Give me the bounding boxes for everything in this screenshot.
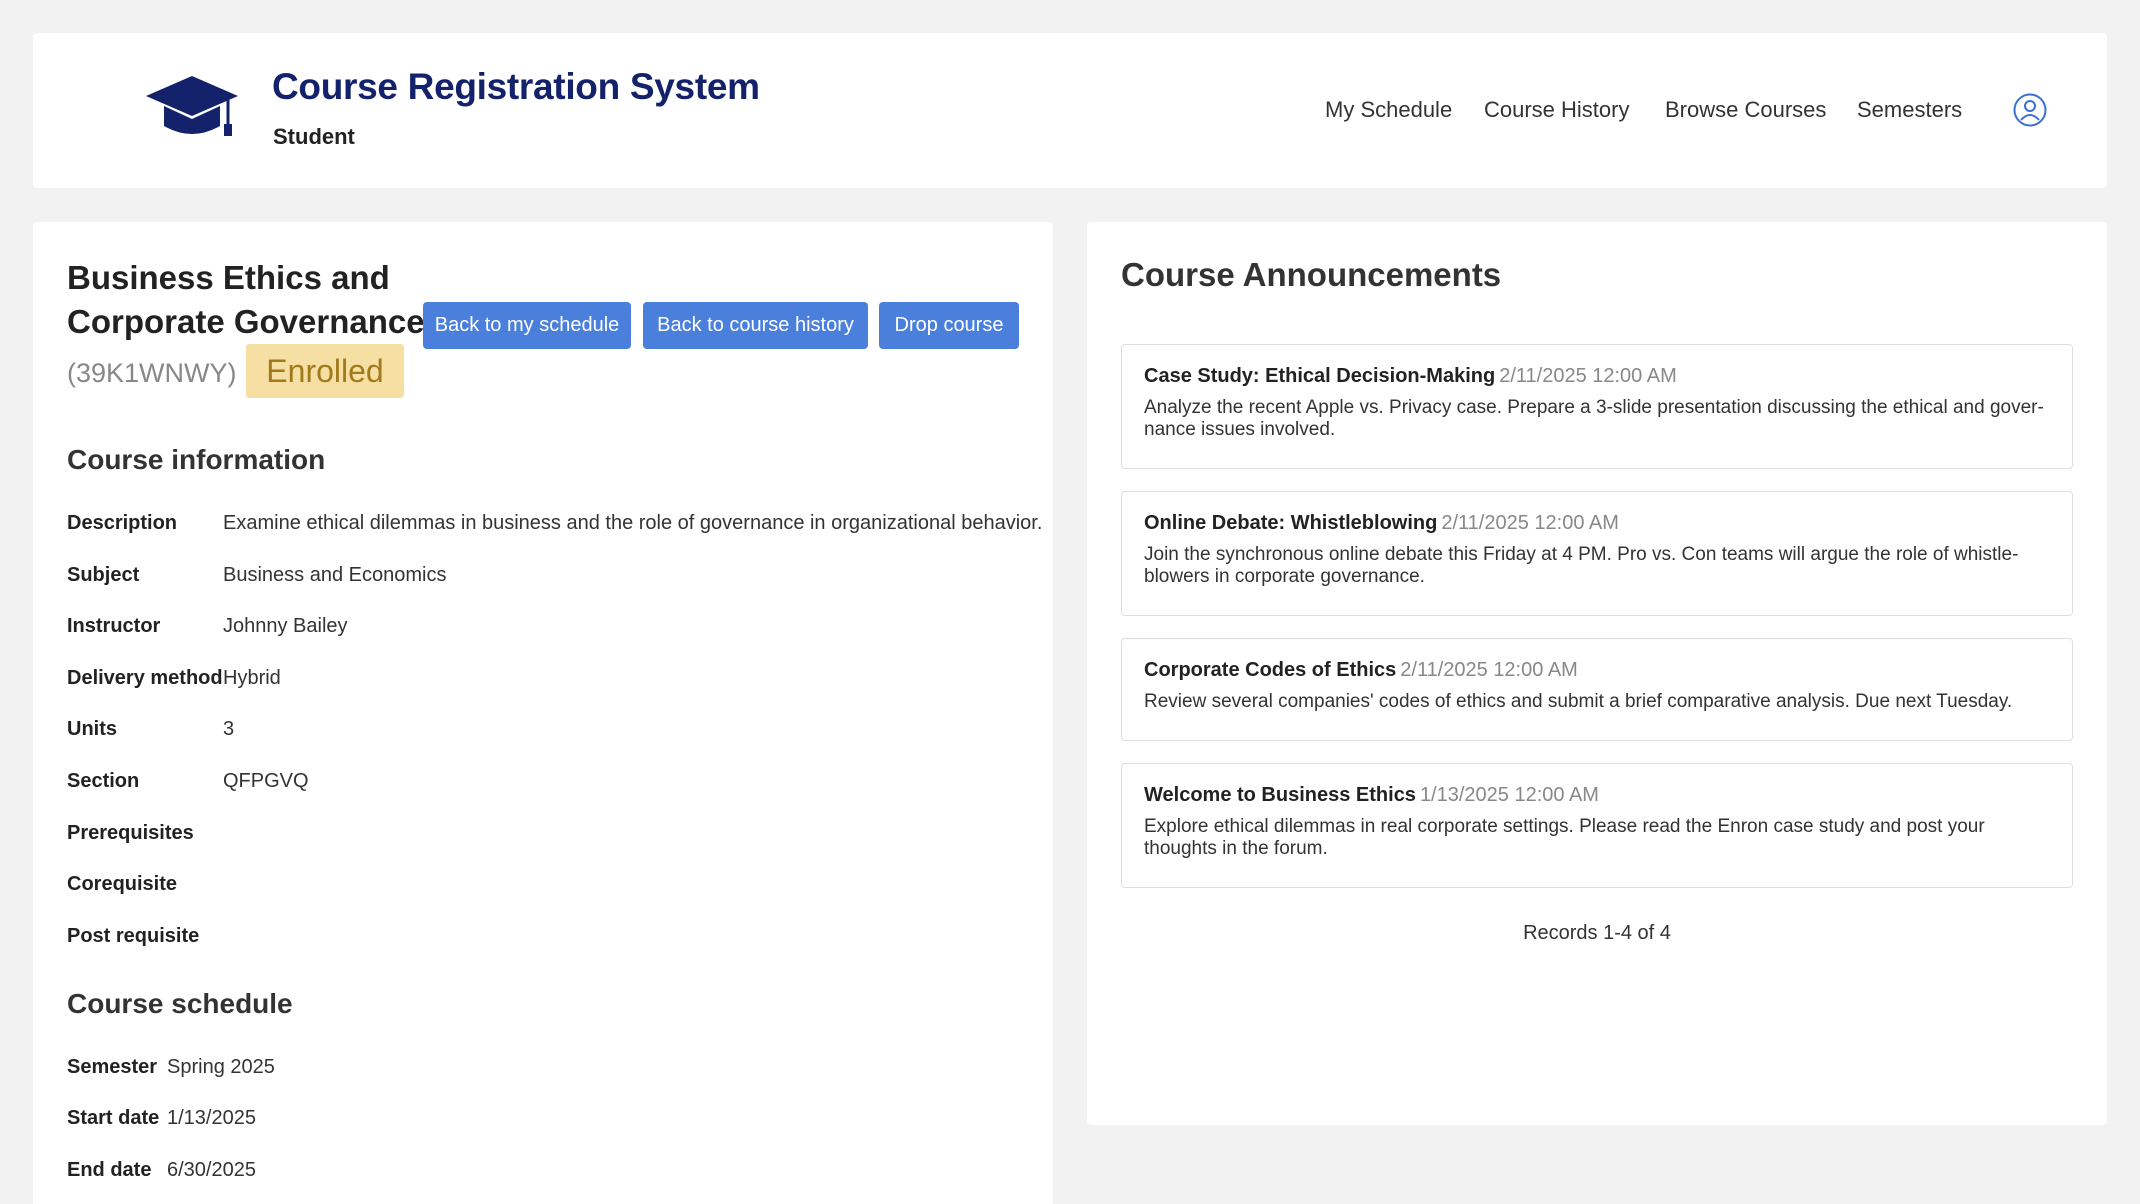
announcement-date: 2/11/2025 12:00 AM — [1499, 365, 1677, 387]
semester-value: Spring 2025 — [167, 1056, 275, 1078]
back-to-schedule-button[interactable]: Back to my schedule — [423, 302, 631, 349]
drop-course-button[interactable]: Drop course — [879, 302, 1019, 349]
announcement-body: Analyze the recent Apple vs. Privacy cas… — [1144, 397, 2050, 441]
section-label: Section — [67, 770, 140, 792]
nav-my-schedule[interactable]: My Schedule — [1325, 97, 1452, 123]
announcement-title: Online Debate: Whistleblowing — [1144, 512, 1438, 534]
start-date-value: 1/13/2025 — [167, 1107, 256, 1129]
subject-value: Business and Economics — [223, 564, 447, 586]
announcement-card[interactable]: Case Study: Ethical Decision-Making 2/11/… — [1121, 344, 2073, 469]
description-label: Description — [67, 512, 178, 534]
announcement-body: Review several companies' codes of ethic… — [1144, 691, 2050, 713]
announcement-body: Explore ethical dilemmas in real corpora… — [1144, 816, 2050, 860]
end-date-value: 6/30/2025 — [167, 1159, 256, 1181]
units-label: Units — [67, 718, 117, 740]
announcement-body-line: blowers in corporate governance. — [1144, 566, 1425, 587]
announcement-title: Corporate Codes of Ethics — [1144, 659, 1397, 681]
announcement-body-line: nance issues involved. — [1144, 419, 1336, 440]
start-date-label: Start date — [67, 1107, 160, 1129]
announcement-card[interactable]: Online Debate: Whistleblowing 2/11/2025 1… — [1121, 491, 2073, 616]
enrollment-status-badge: Enrolled — [246, 344, 404, 398]
announcement-body-line: Join the synchronous online debate this … — [1144, 544, 2019, 565]
announcement-date: 1/13/2025 12:00 AM — [1419, 784, 1599, 806]
graduation-cap-icon — [146, 76, 238, 136]
announcement-date: 2/11/2025 12:00 AM — [1441, 512, 1619, 534]
announcement-body-line: Explore ethical dilemmas in real corpora… — [1144, 816, 1985, 837]
course-information-heading: Course information — [67, 444, 326, 475]
announcement-title: Welcome to Business Ethics — [1144, 784, 1416, 806]
units-value: 3 — [223, 718, 235, 740]
announcements-panel: Course Announcements Case Study: Ethical… — [1087, 222, 2107, 1125]
course-schedule-heading: Course schedule — [67, 988, 293, 1019]
instructor-label: Instructor — [67, 615, 161, 637]
instructor-value: Johnny Bailey — [223, 615, 348, 637]
corequisite-label: Corequisite — [67, 873, 178, 895]
end-date-label: End date — [67, 1159, 152, 1181]
announcement-card[interactable]: Welcome to Business Ethics 1/13/2025 12:0… — [1121, 763, 2073, 888]
announcement-body-line: Analyze the recent Apple vs. Privacy cas… — [1144, 397, 2044, 418]
app-title: Course Registration System — [272, 66, 760, 107]
nav-semesters[interactable]: Semesters — [1857, 97, 1962, 123]
course-title: Business Ethics and Corporate Governance — [67, 259, 425, 340]
announcement-body-line: Review several companies' codes of ethic… — [1144, 691, 2013, 712]
course-detail-panel: Business Ethics and Corporate Governance… — [33, 222, 1053, 1204]
subject-label: Subject — [67, 564, 140, 586]
section-value: QFPGVQ — [223, 770, 309, 792]
nav-course-history[interactable]: Course History — [1484, 97, 1629, 123]
announcement-body: Join the synchronous online debate this … — [1144, 544, 2050, 588]
nav-browse-courses[interactable]: Browse Courses — [1665, 97, 1826, 123]
description-value: Examine ethical dilemmas in business and… — [223, 512, 1043, 534]
back-to-course-history-button[interactable]: Back to course history — [643, 302, 868, 349]
user-role: Student — [273, 124, 355, 149]
announcement-title: Case Study: Ethical Decision-Making — [1144, 365, 1496, 387]
prerequisites-label: Prerequisites — [67, 822, 194, 844]
app-header: Course Registration System Student My Sc… — [33, 33, 2107, 188]
user-profile-icon[interactable] — [2013, 93, 2047, 127]
records-count: Records 1-4 of 4 — [1523, 922, 1671, 944]
post-requisite-label: Post requisite — [67, 925, 200, 947]
announcement-card[interactable]: Corporate Codes of Ethics 2/11/2025 12:00… — [1121, 638, 2073, 741]
announcement-body-line: thoughts in the forum. — [1144, 838, 1328, 859]
announcement-date: 2/11/2025 12:00 AM — [1400, 659, 1578, 681]
semester-label: Semester — [67, 1056, 158, 1078]
course-code: (39K1WNWY) — [67, 358, 237, 388]
announcements-heading: Course Announcements — [1121, 256, 1502, 293]
delivery-method-label: Delivery method — [67, 667, 223, 689]
delivery-method-value: Hybrid — [223, 667, 281, 689]
